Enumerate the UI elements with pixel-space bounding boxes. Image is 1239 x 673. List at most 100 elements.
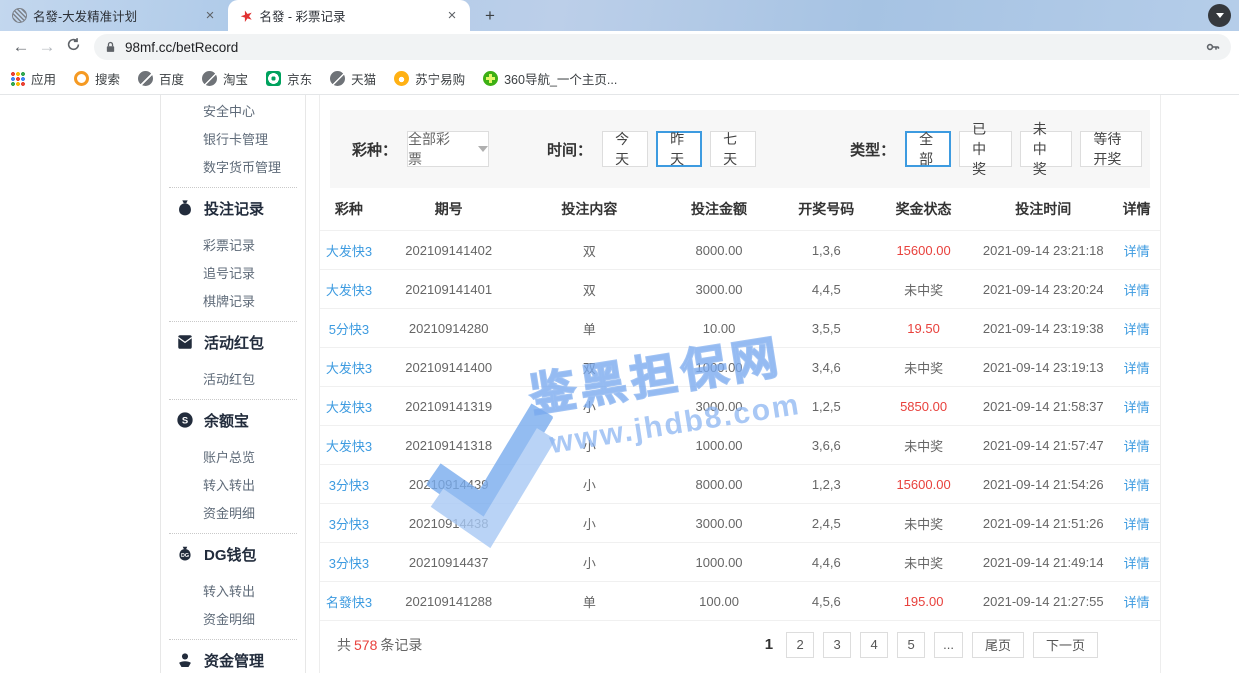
bookmark-item[interactable]: 百度 bbox=[138, 69, 184, 88]
cell-lottery: 5分快3 bbox=[320, 319, 378, 338]
page-button[interactable]: 3 bbox=[823, 632, 851, 658]
sidebar-section-funds[interactable]: 资金管理 bbox=[161, 645, 305, 673]
type-filter-button[interactable]: 未中奖 bbox=[1020, 131, 1073, 167]
bookmark-label: 淘宝 bbox=[223, 69, 248, 88]
cell-content: 小 bbox=[520, 436, 660, 455]
tab-dafa-plan[interactable]: 名發-大发精准计划 × bbox=[0, 0, 228, 31]
sidebar-item[interactable]: 追号记录 bbox=[161, 260, 305, 288]
cell-prize: 5850.00 bbox=[874, 399, 974, 414]
detail-link[interactable]: 详情 bbox=[1113, 319, 1160, 338]
cell-issue: 20210914280 bbox=[378, 321, 520, 336]
cell-amount: 100.00 bbox=[659, 594, 779, 609]
detail-link[interactable]: 详情 bbox=[1113, 397, 1160, 416]
sidebar-item[interactable]: 账户总览 bbox=[161, 444, 305, 472]
bookmark-icon bbox=[394, 71, 409, 86]
tab-close-icon[interactable]: × bbox=[202, 7, 218, 24]
tab-bet-record[interactable]: ★ 名發 - 彩票记录 × bbox=[228, 0, 470, 31]
sidebar-section-yuebao[interactable]: S 余额宝 bbox=[161, 405, 305, 435]
sidebar-section-redpacket[interactable]: 活动红包 bbox=[161, 327, 305, 357]
detail-link[interactable]: 详情 bbox=[1113, 553, 1160, 572]
cell-prize: 15600.00 bbox=[874, 477, 974, 492]
cell-lottery: 3分快3 bbox=[320, 553, 378, 572]
cell-time: 2021-09-14 23:20:24 bbox=[973, 282, 1113, 297]
url-field[interactable]: 98mf.cc/betRecord bbox=[94, 34, 1231, 60]
cell-prize: 未中奖 bbox=[874, 280, 974, 299]
sidebar-item[interactable]: 资金明细 bbox=[161, 606, 305, 634]
page-button[interactable]: 2 bbox=[786, 632, 814, 658]
sidebar-section-dg-wallet[interactable]: DG DG钱包 bbox=[161, 539, 305, 569]
detail-link[interactable]: 详情 bbox=[1113, 436, 1160, 455]
time-filter-group: 今天昨天七天 bbox=[602, 131, 764, 167]
cell-lottery: 大发快3 bbox=[320, 436, 378, 455]
forward-icon[interactable]: → bbox=[34, 37, 60, 57]
sidebar-section-label: 资金管理 bbox=[204, 650, 264, 671]
type-filter-button[interactable]: 已中奖 bbox=[959, 131, 1012, 167]
tab-title: 名發 - 彩票记录 bbox=[259, 6, 438, 25]
cell-numbers: 4,4,5 bbox=[779, 282, 874, 297]
cell-prize: 未中奖 bbox=[874, 553, 974, 572]
sidebar-item[interactable]: 数字货币管理 bbox=[161, 154, 305, 182]
sidebar-section-betting[interactable]: 投注记录 bbox=[161, 193, 305, 223]
page-button[interactable]: 5 bbox=[897, 632, 925, 658]
refresh-icon[interactable] bbox=[60, 37, 86, 57]
cell-amount: 3000.00 bbox=[659, 282, 779, 297]
cell-issue: 202109141401 bbox=[378, 282, 520, 297]
cell-numbers: 3,4,6 bbox=[779, 360, 874, 375]
dollar-circle-icon: S bbox=[176, 411, 194, 429]
sidebar-item[interactable]: 活动红包 bbox=[161, 366, 305, 394]
detail-link[interactable]: 详情 bbox=[1113, 514, 1160, 533]
last-page-button[interactable]: 尾页 bbox=[972, 632, 1024, 658]
bookmark-item[interactable]: 京东 bbox=[266, 69, 312, 88]
new-tab-button[interactable]: + bbox=[476, 2, 504, 30]
cell-time: 2021-09-14 21:27:55 bbox=[973, 594, 1113, 609]
bookmark-label: 苏宁易购 bbox=[415, 69, 465, 88]
sidebar-item[interactable]: 银行卡管理 bbox=[161, 126, 305, 154]
page-button[interactable]: 4 bbox=[860, 632, 888, 658]
time-filter-button[interactable]: 昨天 bbox=[656, 131, 702, 167]
sidebar-item[interactable]: 资金明细 bbox=[161, 500, 305, 528]
lottery-select[interactable]: 全部彩票 bbox=[407, 131, 489, 167]
bookmark-item[interactable]: 淘宝 bbox=[202, 69, 248, 88]
next-page-button[interactable]: 下一页 bbox=[1033, 632, 1098, 658]
tab-close-icon[interactable]: × bbox=[444, 7, 460, 24]
detail-link[interactable]: 详情 bbox=[1113, 241, 1160, 260]
sidebar-item[interactable]: 转入转出 bbox=[161, 578, 305, 606]
url-text[interactable]: 98mf.cc/betRecord bbox=[125, 40, 1205, 55]
main-panel: 彩种： 全部彩票 时间： 今天昨天七天 类型： 全部已中奖未中奖等待开奖 彩种 … bbox=[319, 95, 1161, 673]
detail-link[interactable]: 详情 bbox=[1113, 475, 1160, 494]
detail-link[interactable]: 详情 bbox=[1113, 280, 1160, 299]
detail-link[interactable]: 详情 bbox=[1113, 358, 1160, 377]
sidebar-item[interactable]: 安全中心 bbox=[161, 98, 305, 126]
bookmark-item[interactable]: 苏宁易购 bbox=[394, 69, 465, 88]
sidebar-item[interactable]: 彩票记录 bbox=[161, 232, 305, 260]
cell-content: 小 bbox=[520, 553, 660, 572]
red-envelope-icon bbox=[176, 333, 194, 351]
divider bbox=[169, 321, 297, 322]
sidebar-item[interactable]: 棋牌记录 bbox=[161, 288, 305, 316]
time-filter-button[interactable]: 七天 bbox=[710, 131, 756, 167]
table-header: 彩种 期号 投注内容 投注金额 开奖号码 奖金状态 投注时间 详情 bbox=[320, 188, 1160, 230]
detail-link[interactable]: 详情 bbox=[1113, 592, 1160, 611]
col-issue: 期号 bbox=[378, 199, 520, 219]
records-total: 共578条记录 bbox=[337, 635, 422, 655]
cell-time: 2021-09-14 23:19:38 bbox=[973, 321, 1113, 336]
bookmark-item[interactable]: 应用 bbox=[10, 69, 56, 88]
type-filter-button[interactable]: 全部 bbox=[905, 131, 951, 167]
key-icon[interactable] bbox=[1205, 39, 1221, 55]
sidebar-section-label: 活动红包 bbox=[204, 332, 264, 353]
back-icon[interactable]: ← bbox=[8, 37, 34, 57]
time-filter-button[interactable]: 今天 bbox=[602, 131, 648, 167]
page-button[interactable]: ... bbox=[934, 632, 963, 658]
dg-wallet-icon: DG bbox=[176, 545, 194, 563]
sidebar-item[interactable]: 转入转出 bbox=[161, 472, 305, 500]
cell-lottery: 大发快3 bbox=[320, 241, 378, 260]
cell-numbers: 2,4,5 bbox=[779, 516, 874, 531]
bookmark-item[interactable]: 天猫 bbox=[330, 69, 376, 88]
bookmark-item[interactable]: 搜索 bbox=[74, 69, 120, 88]
tab-title: 名發-大发精准计划 bbox=[33, 6, 196, 25]
tab-menu-button[interactable] bbox=[1208, 4, 1231, 27]
bookmarks-bar: 应用 搜索 百度 淘宝 京东 天猫 bbox=[0, 63, 1239, 95]
type-filter-button[interactable]: 等待开奖 bbox=[1080, 131, 1142, 167]
bookmark-item[interactable]: 360导航_一个主页... bbox=[483, 69, 617, 88]
cell-prize: 未中奖 bbox=[874, 358, 974, 377]
